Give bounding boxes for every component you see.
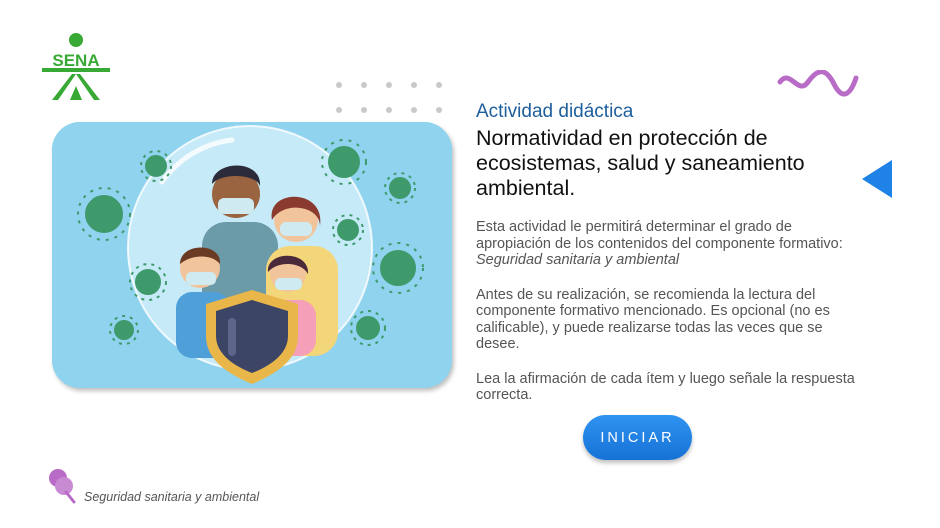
activity-title: Normatividad en protección de ecosistema… — [476, 126, 805, 200]
pushpin-icon — [49, 469, 76, 504]
logo-text: SENA — [52, 51, 99, 70]
description-paragraph-3: Lea la afirmación de cada ítem y luego s… — [476, 370, 855, 404]
description-paragraph-2: Antes de su realización, se recomienda l… — [476, 286, 830, 353]
activity-content: Actividad didáctica Normatividad en prot… — [476, 100, 856, 404]
triangle-left-icon — [862, 160, 892, 198]
description-intro: Esta actividad le permitirá determinar e… — [476, 219, 843, 252]
sena-logo: SENA — [40, 32, 112, 102]
family-masks-illustration — [52, 122, 452, 388]
footer-label: Seguridad sanitaria y ambiental — [84, 490, 260, 504]
start-button[interactable]: INICIAR — [583, 415, 692, 460]
back-button[interactable] — [858, 156, 894, 202]
component-name: Seguridad sanitaria y ambiental — [476, 252, 680, 268]
footer: Seguridad sanitaria y ambiental — [46, 466, 346, 506]
activity-kicker: Actividad didáctica — [476, 101, 634, 122]
decorative-squiggle — [776, 69, 860, 104]
description-paragraph-1: Esta actividad le permitirá determinar e… — [476, 219, 856, 269]
